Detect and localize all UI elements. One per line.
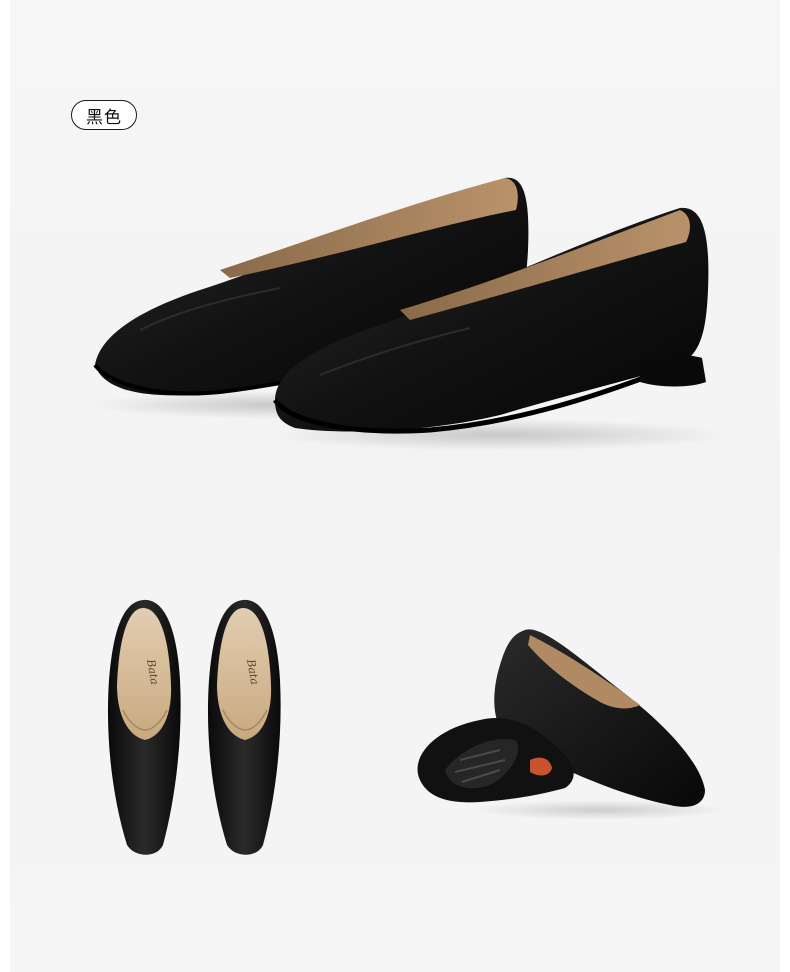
color-tag-label: 黑色 (86, 107, 122, 128)
product-detail-page: 黑色 Bata Bata (0, 0, 790, 972)
hero-shoe-image (80, 160, 740, 460)
top-view-shoe-image: Bata Bata (95, 590, 295, 870)
black-flat-shoes-pair-side-icon (90, 177, 730, 451)
sole-angle-shoe-image (400, 610, 730, 830)
black-flat-shoes-sole-angle-icon (417, 629, 730, 820)
color-tag: 黑色 (71, 100, 137, 130)
frame-edge (0, 0, 10, 972)
black-flat-shoes-top-view-icon: Bata Bata (107, 599, 281, 855)
frame-edge (780, 0, 790, 972)
